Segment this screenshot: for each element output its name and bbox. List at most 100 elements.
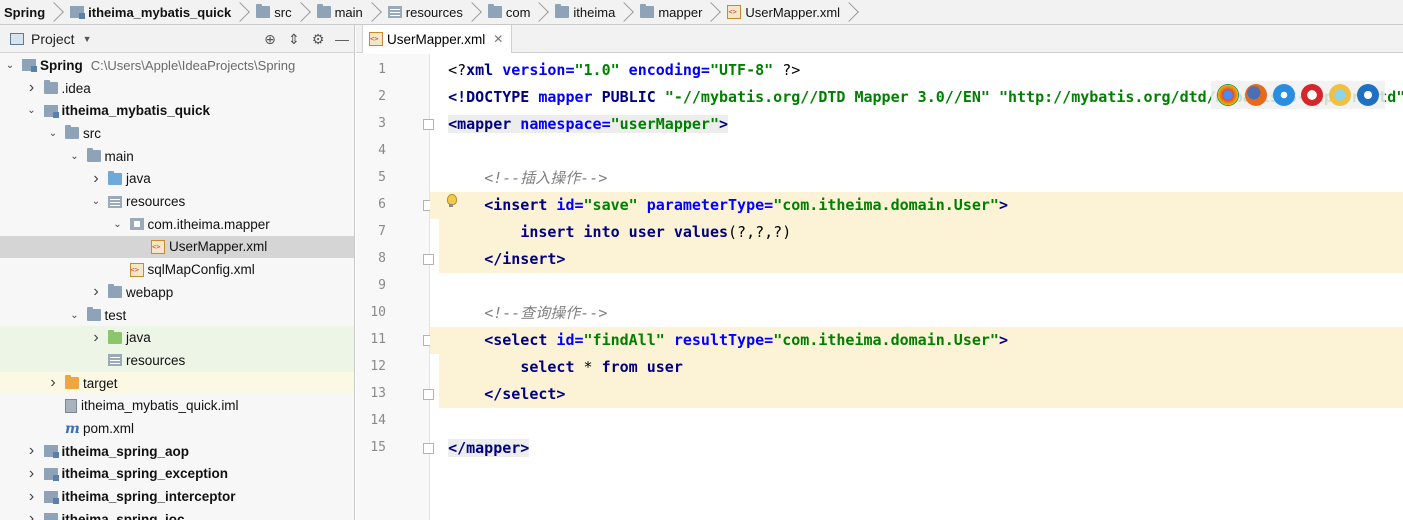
breadcrumb-com[interactable]: com [484, 0, 552, 24]
tree-item[interactable]: ⌄ itheima_mybatis_quick [0, 99, 354, 122]
code-line-11: <select id="findAll" resultType="com.ith… [430, 327, 1403, 354]
breadcrumb-spring[interactable]: Spring [0, 0, 66, 24]
chevron-right-icon[interactable]: › [90, 283, 102, 301]
breadcrumb-main[interactable]: main [313, 0, 384, 24]
tree-item[interactable]: resources [0, 349, 354, 372]
folder-icon [108, 284, 122, 299]
breadcrumb-itheima[interactable]: itheima [551, 0, 636, 24]
tree-item[interactable]: › target [0, 371, 354, 395]
tree-item[interactable]: ⌄ src [0, 122, 354, 145]
tree-item-label: java [126, 330, 151, 346]
chevron-right-icon[interactable]: › [26, 79, 38, 97]
breadcrumb-mapper[interactable]: mapper [636, 0, 723, 24]
module-folder-icon [43, 490, 59, 504]
chevron-down-icon[interactable]: ⌄ [69, 151, 81, 162]
close-icon[interactable]: ✕ [493, 32, 503, 46]
breadcrumb-file[interactable]: UserMapper.xml [723, 0, 861, 24]
hide-icon[interactable]: — [330, 25, 354, 53]
folder-icon [65, 125, 79, 140]
tree-item-label: resources [126, 194, 186, 210]
token: > [998, 331, 1008, 349]
line-number: 4 [378, 143, 386, 158]
code-area[interactable]: <?xml version="1.0" encoding="UTF-8" ?> … [430, 54, 1403, 520]
tree-item[interactable]: › webapp [0, 281, 354, 304]
maven-icon: m [65, 420, 80, 437]
chevron-right-icon[interactable]: › [90, 329, 102, 347]
tree-item-label: itheima_spring_aop [61, 443, 190, 459]
line-number: 1 [378, 62, 386, 77]
chevron-down-icon[interactable]: ⌄ [69, 310, 81, 321]
safari-icon[interactable] [1273, 84, 1295, 106]
tree-item-label: webapp [126, 284, 174, 300]
iml-file-icon [65, 398, 77, 413]
breadcrumb-label: itheima [573, 4, 616, 20]
chevron-right-icon[interactable]: › [26, 465, 38, 483]
tree-item[interactable]: › java [0, 168, 354, 191]
tree-item[interactable]: sqlMapConfig.xml [0, 258, 354, 281]
code-line-12: select * from user [430, 354, 1403, 381]
code-line-13: </select> [430, 381, 1403, 408]
locate-icon[interactable]: ⊕ [258, 25, 282, 53]
code-line-8: </insert> [430, 246, 1403, 273]
tree-item[interactable]: › itheima_spring_exception [0, 463, 354, 486]
firefox-icon[interactable] [1245, 84, 1267, 106]
line-number: 2 [378, 89, 386, 104]
breadcrumb-separator [621, 0, 630, 24]
tree-item[interactable]: › itheima_spring_aop [0, 440, 354, 463]
breadcrumb-src[interactable]: src [252, 0, 312, 24]
chevron-right-icon[interactable]: › [26, 510, 38, 520]
token: </insert> [484, 250, 566, 268]
breadcrumb-label: mapper [658, 4, 703, 20]
tree-item[interactable]: UserMapper.xml [0, 235, 354, 259]
tree-item-label: .idea [61, 80, 91, 96]
tree-item[interactable]: ⌄ com.itheima.mapper [0, 213, 354, 236]
token: "save" [583, 196, 638, 214]
chevron-down-icon[interactable]: ⌄ [90, 196, 102, 207]
chrome-icon[interactable] [1217, 84, 1239, 106]
opera-icon[interactable] [1301, 84, 1323, 106]
lightbulb-icon[interactable] [445, 194, 457, 208]
chevron-down-icon[interactable]: ▼ [83, 34, 92, 44]
tree-item[interactable]: itheima_mybatis_quick.iml [0, 395, 354, 418]
breadcrumb-module[interactable]: itheima_mybatis_quick [66, 0, 252, 24]
chevron-down-icon[interactable]: ⌄ [4, 60, 16, 71]
tree-item[interactable]: ⌄ resources [0, 190, 354, 213]
breadcrumb-separator [846, 0, 855, 24]
chevron-right-icon[interactable]: › [47, 374, 59, 392]
gear-icon[interactable]: ⚙ [306, 25, 330, 53]
breadcrumb-separator [369, 0, 378, 24]
chevron-down-icon[interactable]: ⌄ [26, 105, 38, 116]
tree-item[interactable]: m pom.xml [0, 417, 354, 440]
tree-item-label: itheima_spring_exception [61, 466, 229, 482]
navigation-bar: Spring itheima_mybatis_quick src main re… [0, 0, 1403, 25]
code-line-6: <insert id="save" parameterType="com.ith… [430, 192, 1403, 219]
tree-item[interactable]: ⌄ main [0, 145, 354, 168]
tree-item[interactable]: › itheima_spring_ioc [0, 508, 354, 520]
token: from user [592, 358, 683, 376]
source-folder-icon [108, 170, 122, 185]
chevron-down-icon[interactable]: ⌄ [112, 219, 124, 230]
module-folder-icon [43, 104, 59, 118]
excluded-folder-icon [65, 375, 79, 390]
collapse-all-icon[interactable]: ⇕ [282, 25, 306, 53]
breadcrumb-resources[interactable]: resources [384, 0, 484, 24]
module-folder-icon [22, 59, 37, 73]
chevron-down-icon[interactable]: ⌄ [47, 128, 59, 139]
chevron-right-icon[interactable]: › [26, 488, 38, 506]
tree-item[interactable]: › .idea [0, 77, 354, 100]
code-line-3: <mapper namespace="userMapper"> [430, 111, 1403, 138]
tree-item[interactable]: ⌄ test [0, 304, 354, 327]
chevron-right-icon[interactable]: › [26, 442, 38, 460]
ie-icon[interactable] [1329, 84, 1351, 106]
chevron-right-icon[interactable]: › [90, 170, 102, 188]
edge-icon[interactable] [1357, 84, 1379, 106]
token: > [719, 115, 729, 133]
module-folder-icon [43, 445, 59, 459]
tree-item[interactable]: › itheima_spring_interceptor [0, 485, 354, 508]
tree-item[interactable]: › java [0, 326, 354, 350]
tree-item[interactable]: ⌄ Spring C:\Users\Apple\IdeaProjects\Sprin… [0, 54, 354, 77]
folder-icon [555, 4, 570, 18]
tree-item-label: pom.xml [83, 421, 135, 437]
tab-usermapper[interactable]: UserMapper.xml ✕ [362, 25, 513, 53]
project-panel-header[interactable]: Project ▼ ⊕ ⇕ ⚙ — [0, 25, 354, 53]
